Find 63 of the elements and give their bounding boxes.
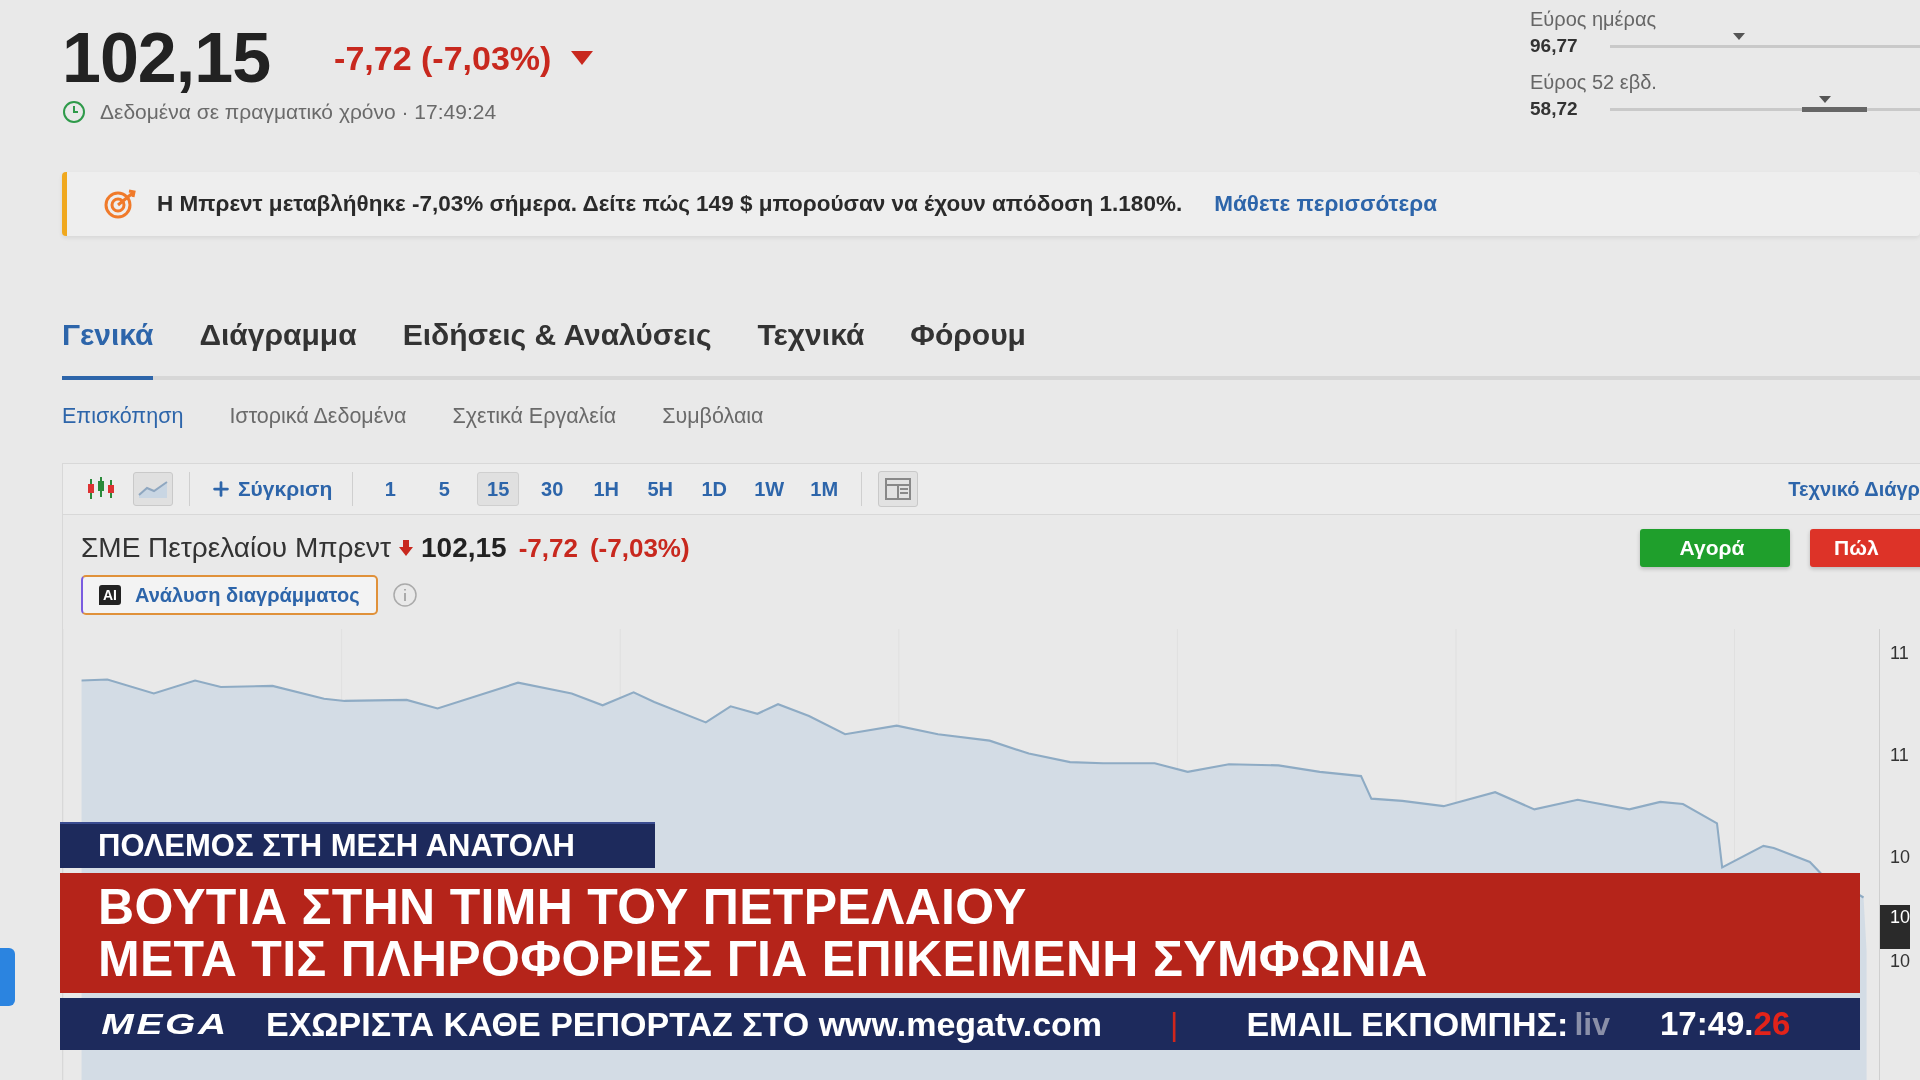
- realtime-label: Δεδομένα σε πραγματικό χρόνο · 17:49:24: [100, 100, 497, 124]
- axis-label: 11: [1889, 744, 1909, 767]
- headline-line: ΒΟΥΤΙΑ ΣΤΗΝ ΤΙΜΗ ΤΟΥ ΠΕΤΡΕΛΑΙΟΥ: [98, 881, 1028, 933]
- interval-button[interactable]: 1D: [693, 472, 736, 506]
- sell-button[interactable]: Πώλ: [1810, 529, 1920, 567]
- compare-button[interactable]: Σύγκριση: [206, 477, 337, 501]
- tab[interactable]: Φόρουμ: [910, 318, 1026, 380]
- ai-badge: AI: [99, 585, 121, 605]
- interval-button[interactable]: 30: [531, 472, 574, 506]
- ticker-email-partial: liv: [1574, 1005, 1610, 1043]
- interval-button[interactable]: 5H: [639, 472, 682, 506]
- interval-button[interactable]: 1: [369, 472, 412, 506]
- promo-text: Η Μπρεντ μεταβλήθηκε -7,03% σήμερα. Δείτε πώς 149 $ μπορούσαν να έχουν απόδοση 1.180%.: [157, 191, 1183, 217]
- range-label: Εύρος ημέρας: [1530, 8, 1658, 31]
- interval-button[interactable]: 5: [423, 472, 466, 506]
- learn-more-link[interactable]: Μάθετε περισσότερα: [1214, 191, 1437, 217]
- headline-line: ΜΕΤΑ ΤΙΣ ΠΛΗΡΟΦΟΡΙΕΣ ΓΙΑ ΕΠΙΚΕΙΜΕΝΗ ΣΥΜΦΩΝΙΑ: [98, 933, 1429, 985]
- chart-type-button[interactable]: [133, 472, 173, 506]
- instrument-price: 102,15: [421, 532, 507, 564]
- price-change: -7,72 (-7,03%): [334, 38, 552, 78]
- instrument-change: -7,72: [518, 532, 578, 564]
- ticker-text: ΕΧΩΡΙΣΤΑ ΚΑΘΕ ΡΕΠΟΡΤΑΖ ΣΤΟ www.megatv.com: [266, 1004, 1103, 1044]
- interval-button[interactable]: 15: [477, 472, 520, 506]
- axis-label: 10: [1889, 846, 1911, 869]
- subtab[interactable]: Επισκόπηση: [62, 404, 184, 429]
- info-icon[interactable]: [391, 582, 418, 608]
- technical-chart-link[interactable]: Τεχνικό Διάγρ: [1788, 477, 1920, 501]
- price: 102,15: [62, 18, 271, 98]
- interval-button[interactable]: 1W: [747, 472, 792, 506]
- tab[interactable]: Γενικά: [62, 318, 154, 380]
- candlestick-icon: [86, 477, 116, 501]
- current-price-label: 10: [1880, 905, 1911, 949]
- axis-label: 10: [1889, 950, 1911, 973]
- chart-analysis-button[interactable]: AI Ανάλυση διαγράμματος: [81, 575, 378, 615]
- instrument-name: ΣΜΕ Πετρελαίου Μπρεντ: [81, 532, 392, 564]
- subtab[interactable]: Συμβόλαια: [662, 404, 764, 429]
- ticker-email-label: EMAIL ΕΚΠΟΜΠΗΣ:: [1246, 1004, 1569, 1044]
- range-label: Εύρος 52 εβδ.: [1530, 71, 1658, 94]
- range-low: 96,77: [1530, 35, 1579, 57]
- broadcast-clock-seconds: 26: [1753, 1005, 1791, 1043]
- layout-icon: [885, 478, 912, 500]
- range-low: 58,72: [1530, 98, 1579, 120]
- buy-button[interactable]: Αγορά: [1640, 529, 1790, 567]
- interval-button[interactable]: 1H: [585, 472, 628, 506]
- area-chart-icon: [138, 479, 168, 499]
- axis-label: 11: [1889, 642, 1909, 665]
- range-band: [1801, 106, 1867, 112]
- subtab[interactable]: Ιστορικά Δεδομένα: [229, 404, 407, 429]
- tab[interactable]: Διάγραμμα: [199, 318, 357, 380]
- tab[interactable]: Ειδήσεις & Αναλύσεις: [402, 318, 712, 380]
- plus-icon: [210, 478, 232, 500]
- broadcast-clock: 17:49.: [1659, 1005, 1754, 1043]
- layout-button[interactable]: [878, 471, 919, 507]
- tab[interactable]: Τεχνικά: [757, 318, 865, 380]
- ticker-separator: |: [1170, 1005, 1179, 1043]
- clock-icon: [62, 100, 86, 124]
- instrument-change-percent: (-7,03%): [589, 532, 690, 564]
- topic-banner: ΠΟΛΕΜΟΣ ΣΤΗ ΜΕΣΗ ΑΝΑΤΟΛΗ: [60, 822, 655, 868]
- side-tab[interactable]: [0, 948, 15, 1006]
- target-icon: [103, 189, 137, 219]
- subtab[interactable]: Σχετικά Εργαλεία: [452, 404, 617, 429]
- interval-button[interactable]: 1M: [803, 472, 846, 506]
- channel-logo: MEGA: [101, 1007, 229, 1041]
